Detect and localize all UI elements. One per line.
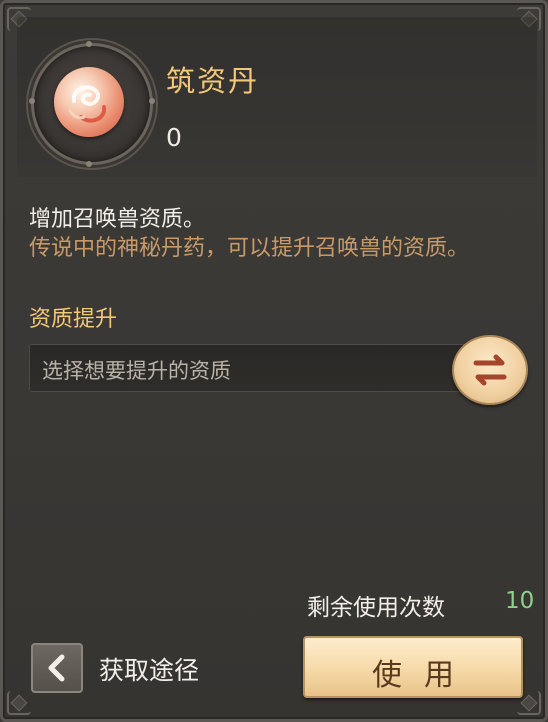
spiral-pill-icon[interactable] xyxy=(54,67,124,137)
swap-arrows-icon xyxy=(473,354,507,386)
remaining-uses-count: 10 xyxy=(505,588,535,614)
attribute-select[interactable]: 选择想要提升的资质 xyxy=(29,344,469,392)
item-owned-count: 0 xyxy=(166,123,182,152)
attribute-select-placeholder: 选择想要提升的资质 xyxy=(42,359,231,383)
item-flavor-text: 传说中的神秘丹药，可以提升召唤兽的资质。 xyxy=(29,236,470,261)
swap-attribute-button[interactable] xyxy=(452,335,528,405)
item-name: 筑资丹 xyxy=(166,64,260,98)
section-title-upgrade: 资质提升 xyxy=(29,307,118,332)
item-detail-panel: 筑资丹 0 增加召唤兽资质。 传说中的神秘丹药，可以提升召唤兽的资质。 资质提升… xyxy=(0,0,548,722)
acquire-source-link[interactable]: 获取途径 xyxy=(99,651,199,687)
use-button[interactable]: 使用 xyxy=(303,636,523,698)
remaining-uses-label: 剩余使用次数 xyxy=(307,595,445,621)
use-button-label: 使用 xyxy=(372,658,476,693)
back-button[interactable] xyxy=(31,643,83,693)
item-effect-text: 增加召唤兽资质。 xyxy=(29,207,206,232)
chevron-left-icon xyxy=(48,654,65,682)
